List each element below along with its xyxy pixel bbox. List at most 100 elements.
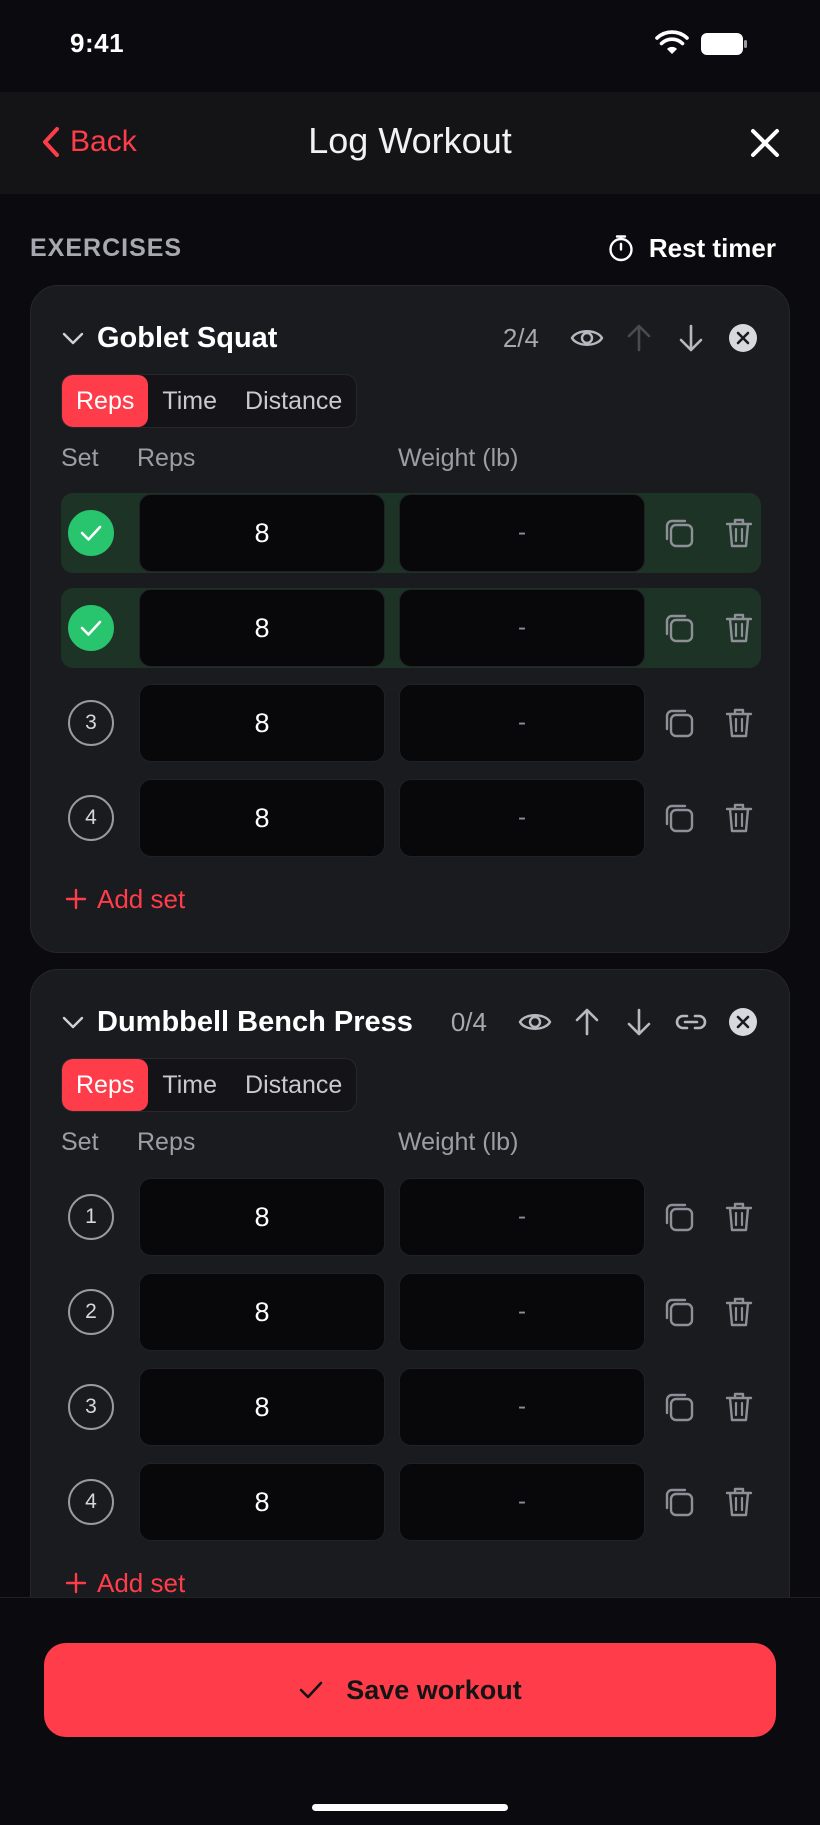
reps-input[interactable]: 8 [139,1273,385,1351]
set-row: 4 8 - [61,1462,761,1542]
column-header-set: Set [61,444,99,472]
mode-tabs: Reps Time Distance [61,374,358,428]
wifi-icon [655,30,689,54]
reps-input[interactable]: 8 [139,1368,385,1446]
trash-icon[interactable] [721,1484,757,1520]
copy-icon[interactable] [661,800,697,836]
reps-input[interactable]: 8 [139,684,385,762]
trash-icon[interactable] [721,800,757,836]
exercise-header: Dumbbell Bench Press 0/4 [61,1002,761,1042]
set-row: 1 8 - [61,1177,761,1257]
reps-input[interactable]: 8 [139,589,385,667]
set-number[interactable]: 4 [68,1479,114,1525]
add-set-button[interactable]: Add set [65,881,185,917]
trash-icon[interactable] [721,705,757,741]
exercise-name: Goblet Squat [97,322,278,354]
weight-input[interactable]: - [399,684,645,762]
checkmark-icon [299,1681,323,1699]
remove-exercise-icon[interactable] [725,320,761,356]
trash-icon[interactable] [721,1199,757,1235]
arrow-down-icon[interactable] [621,1004,657,1040]
copy-icon[interactable] [661,1199,697,1235]
status-time: 9:41 [70,28,125,58]
chevron-down-icon[interactable] [61,1010,85,1034]
set-row: 8 - [61,588,761,668]
page-title: Log Workout [308,120,512,161]
column-header-reps: Reps [137,444,196,472]
set-row: 4 8 - [61,778,761,858]
set-number[interactable]: 3 [68,700,114,746]
column-header-set: Set [61,1128,99,1156]
arrow-down-icon[interactable] [673,320,709,356]
plus-icon [65,888,87,910]
reps-input[interactable]: 8 [139,1463,385,1541]
tab-distance[interactable]: Distance [231,1059,356,1111]
weight-input[interactable]: - [399,1273,645,1351]
set-number[interactable]: 4 [68,795,114,841]
remove-exercise-icon[interactable] [725,1004,761,1040]
add-set-button[interactable]: Add set [65,1565,185,1601]
close-icon[interactable] [748,126,782,160]
tab-time[interactable]: Time [148,1059,231,1111]
weight-input[interactable]: - [399,1463,645,1541]
copy-icon[interactable] [661,1484,697,1520]
tab-reps[interactable]: Reps [62,375,149,427]
eye-icon[interactable] [517,1004,553,1040]
bottom-action-bar: Save workout [0,1597,820,1825]
exercises-header: EXERCISES Rest timer [30,230,790,266]
copy-icon[interactable] [661,705,697,741]
exercise-name: Dumbbell Bench Press [97,1006,413,1038]
weight-input[interactable]: - [399,494,645,572]
trash-icon[interactable] [721,1389,757,1425]
set-row: 3 8 - [61,1367,761,1447]
weight-input[interactable]: - [399,1178,645,1256]
exercise-card-goblet-squat: Goblet Squat 2/4 Reps Time Distance Set … [30,285,790,953]
column-header-reps: Reps [137,1128,196,1156]
reps-input[interactable]: 8 [139,1178,385,1256]
add-set-label: Add set [97,883,186,914]
set-complete-toggle[interactable] [68,510,114,556]
weight-input[interactable]: - [399,1368,645,1446]
copy-icon[interactable] [661,1294,697,1330]
trash-icon[interactable] [721,1294,757,1330]
column-header-weight: Weight (lb) [398,1128,519,1156]
set-row: 8 - [61,493,761,573]
eye-icon[interactable] [569,320,605,356]
navigation-bar: Back Log Workout [0,92,820,194]
trash-icon[interactable] [721,515,757,551]
set-progress: 0/4 [450,1006,487,1037]
set-row: 3 8 - [61,683,761,763]
copy-icon[interactable] [661,1389,697,1425]
set-row: 2 8 - [61,1272,761,1352]
tab-time[interactable]: Time [148,375,231,427]
battery-icon [701,33,747,55]
set-number[interactable]: 2 [68,1289,114,1335]
status-bar: 9:41 [0,0,820,92]
set-number[interactable]: 3 [68,1384,114,1430]
save-label: Save workout [346,1674,522,1705]
column-header-weight: Weight (lb) [398,444,519,472]
checkmark-icon [80,620,102,636]
exercise-header: Goblet Squat 2/4 [61,318,761,358]
exercise-card-dumbbell-bench-press: Dumbbell Bench Press 0/4 Reps Time Dista… [30,969,790,1669]
arrow-up-icon[interactable] [569,1004,605,1040]
reps-input[interactable]: 8 [139,779,385,857]
trash-icon[interactable] [721,610,757,646]
weight-input[interactable]: - [399,779,645,857]
section-title: EXERCISES [30,234,183,262]
set-number[interactable]: 1 [68,1194,114,1240]
tab-reps[interactable]: Reps [62,1059,149,1111]
set-progress: 2/4 [502,322,539,353]
add-set-label: Add set [97,1567,186,1598]
chevron-down-icon[interactable] [61,326,85,350]
weight-input[interactable]: - [399,589,645,667]
save-workout-button[interactable]: Save workout [44,1643,776,1737]
tab-distance[interactable]: Distance [231,375,356,427]
arrow-up-icon[interactable] [621,320,657,356]
reps-input[interactable]: 8 [139,494,385,572]
rest-timer-button[interactable]: Rest timer [607,230,776,266]
set-complete-toggle[interactable] [68,605,114,651]
copy-icon[interactable] [661,610,697,646]
link-icon[interactable] [673,1004,709,1040]
copy-icon[interactable] [661,515,697,551]
